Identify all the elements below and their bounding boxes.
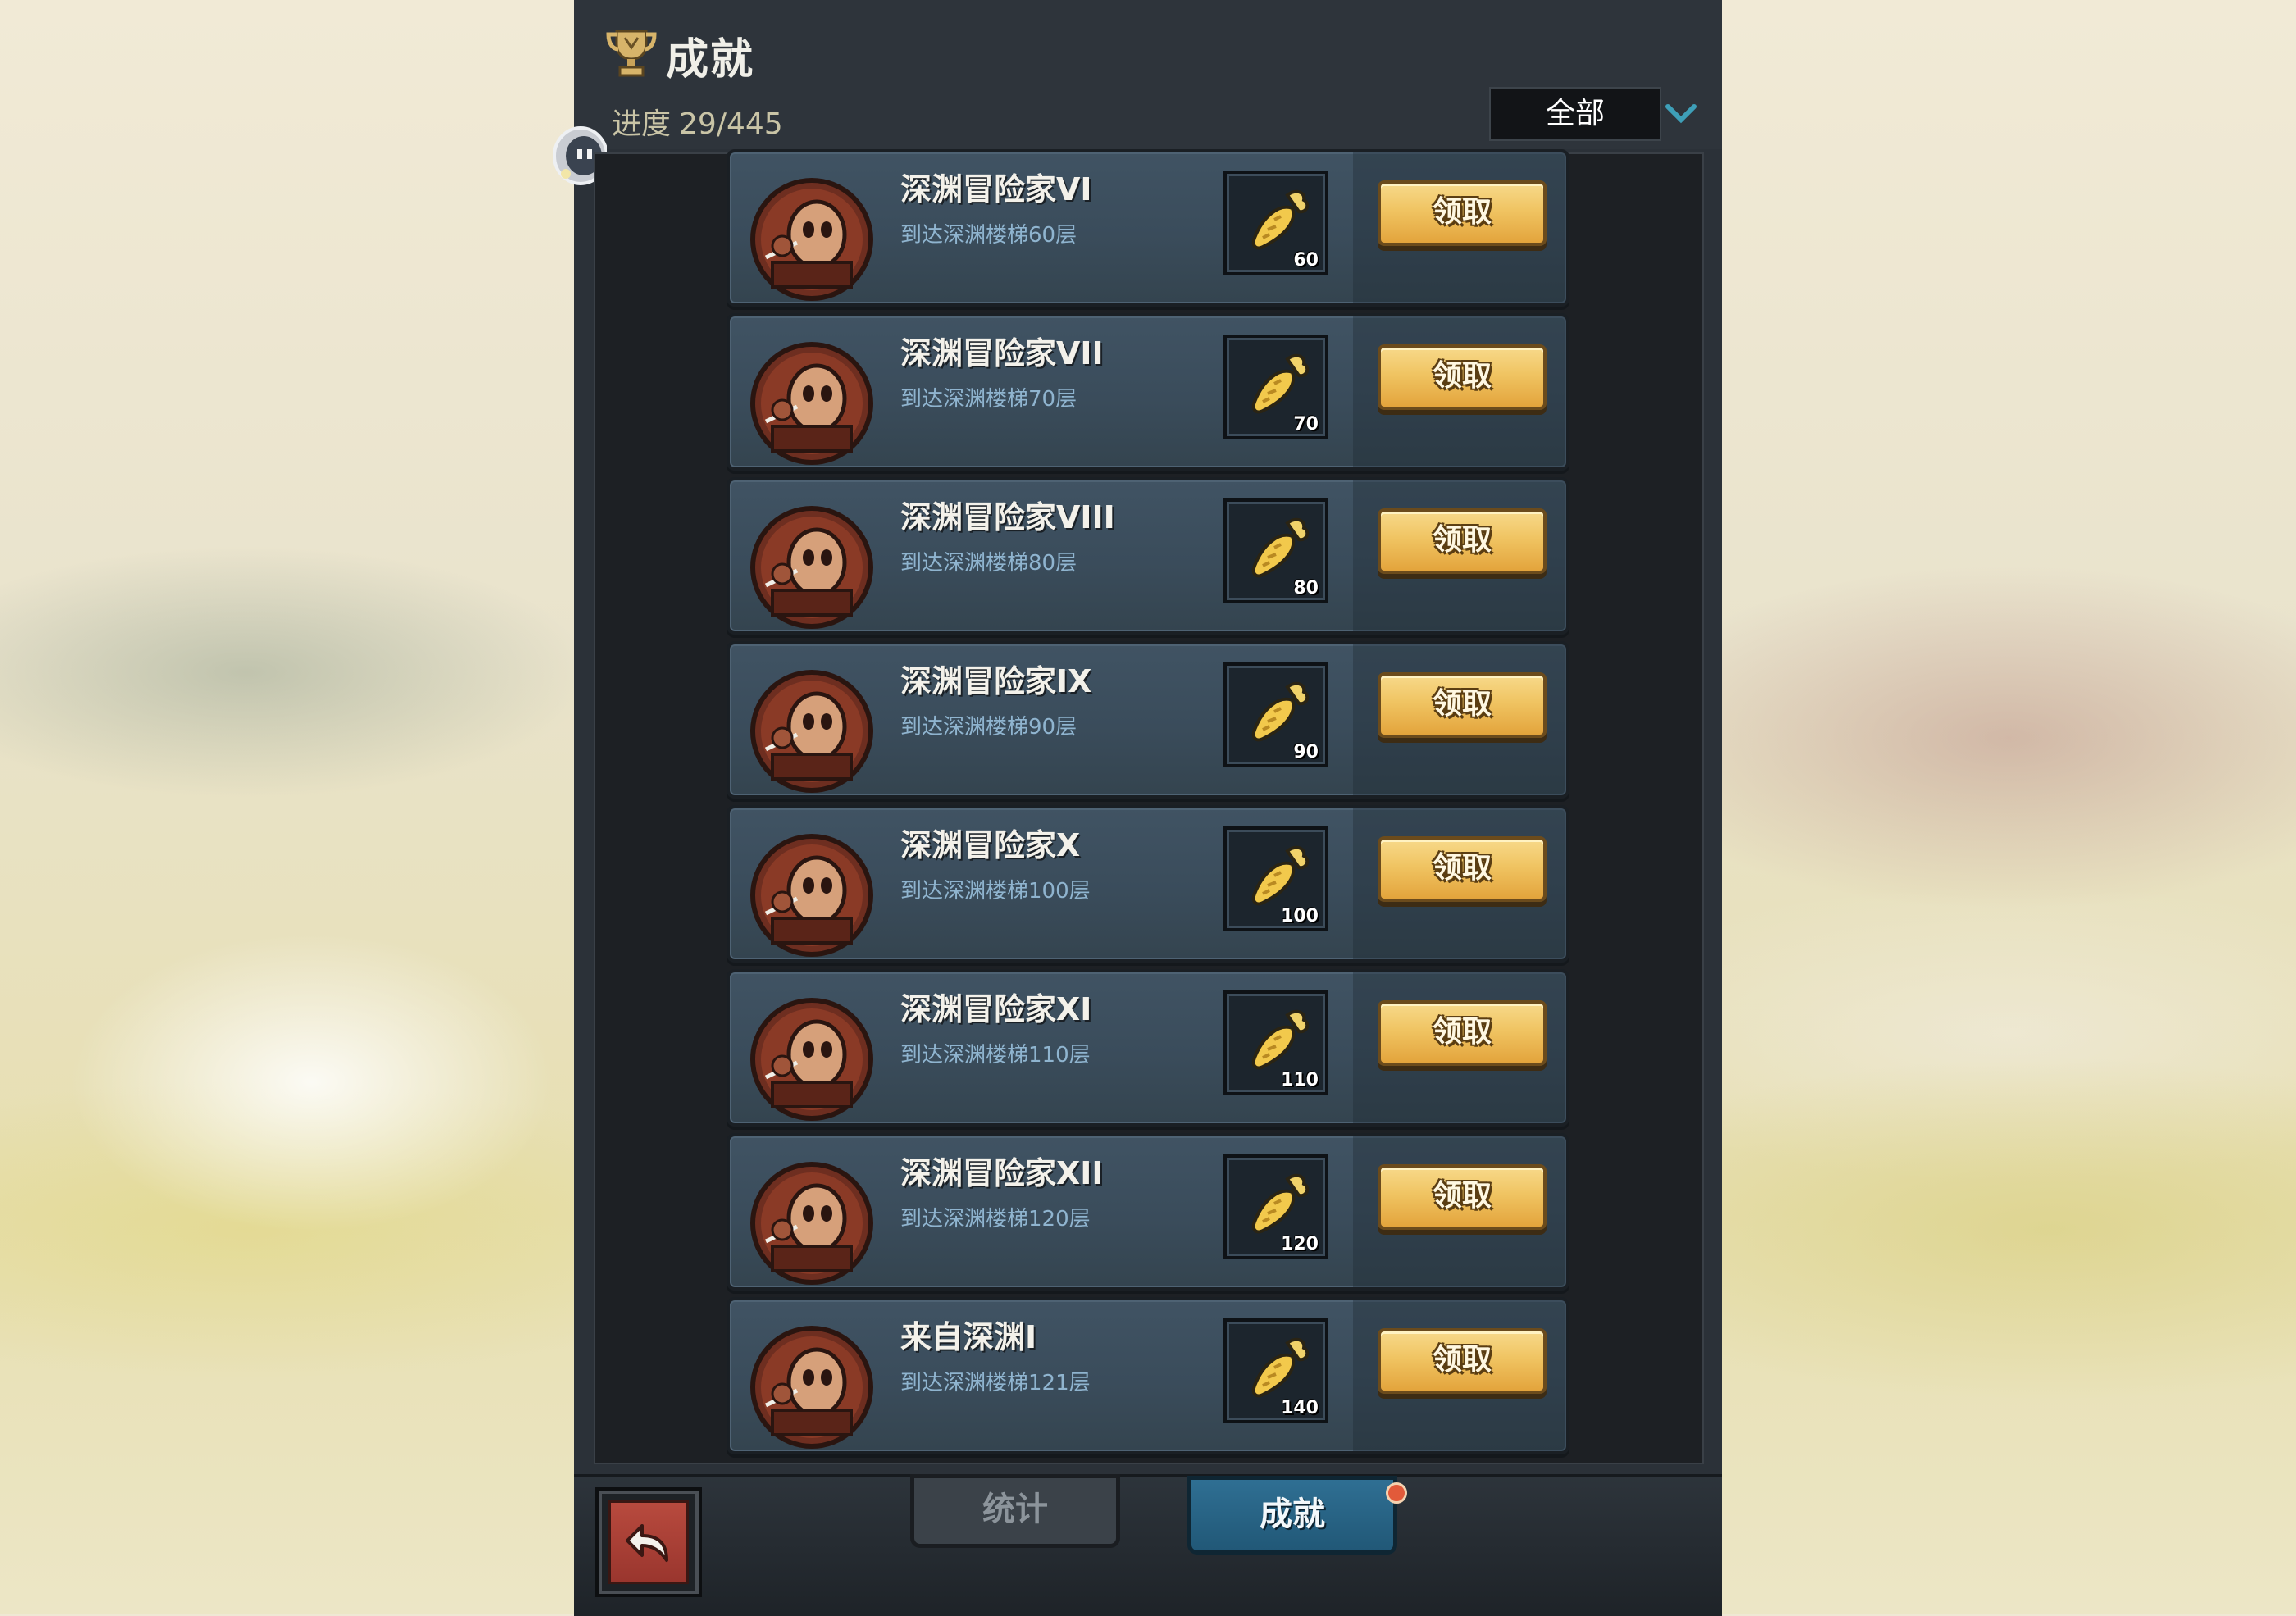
tab-achievements[interactable]: 成就	[1187, 1476, 1397, 1555]
achievement-row: 深渊冒险家VI 到达深渊楼梯60层 60 领取	[727, 149, 1569, 307]
reward-amount: 110	[1281, 1070, 1319, 1090]
reward-slot: 120	[1223, 1154, 1328, 1259]
reward-slot: 140	[1223, 1318, 1328, 1423]
achievement-name: 深渊冒险家VI	[900, 171, 1092, 207]
progress-label: 进度	[612, 107, 672, 141]
achievement-description: 到达深渊楼梯121层	[900, 1371, 1091, 1395]
masked-warrior-icon	[750, 342, 873, 465]
achievement-description: 到达深渊楼梯120层	[900, 1207, 1091, 1231]
golden-carrot-icon	[1251, 189, 1310, 250]
masked-warrior-icon	[750, 1326, 873, 1449]
achievement-row: 深渊冒险家XII 到达深渊楼梯120层 120 领取	[727, 1133, 1569, 1291]
golden-carrot-icon	[1251, 517, 1310, 578]
reward-slot: 80	[1223, 498, 1328, 603]
page-title: 成就	[666, 35, 755, 84]
achievement-row: 来自深渊I 到达深渊楼梯121层 140 领取	[727, 1297, 1569, 1454]
reward-amount: 70	[1293, 414, 1319, 435]
reward-amount: 60	[1293, 250, 1319, 271]
achievement-name: 深渊冒险家X	[900, 827, 1081, 863]
bottom-nav-bar	[574, 1474, 1722, 1616]
golden-carrot-icon	[1251, 1173, 1310, 1234]
trophy-icon	[606, 30, 657, 77]
claim-button[interactable]: 领取	[1378, 1328, 1547, 1394]
achievement-name: 深渊冒险家VII	[900, 335, 1104, 371]
achievement-description: 到达深渊楼梯80层	[900, 551, 1077, 576]
notification-badge	[1386, 1482, 1407, 1504]
achievement-name: 深渊冒险家IX	[900, 663, 1092, 699]
achievement-name: 深渊冒险家XII	[900, 1155, 1104, 1191]
tab-stats[interactable]: 统计	[910, 1474, 1120, 1548]
claim-button[interactable]: 领取	[1378, 508, 1547, 574]
back-arrow-icon	[626, 1524, 668, 1562]
reward-slot: 100	[1223, 826, 1328, 931]
claim-button[interactable]: 领取	[1378, 180, 1547, 246]
achievement-row: 深渊冒险家VIII 到达深渊楼梯80层 80 领取	[727, 477, 1569, 635]
achievement-row: 深渊冒险家VII 到达深渊楼梯70层 70 领取	[727, 313, 1569, 471]
reward-slot: 90	[1223, 662, 1328, 767]
reward-amount: 140	[1281, 1398, 1319, 1418]
reward-amount: 120	[1281, 1234, 1319, 1254]
golden-carrot-icon	[1251, 681, 1310, 742]
masked-warrior-icon	[750, 1162, 873, 1285]
masked-warrior-icon	[750, 998, 873, 1121]
golden-carrot-icon	[1251, 353, 1310, 414]
reward-amount: 80	[1293, 578, 1319, 599]
achievement-name: 深渊冒险家VIII	[900, 499, 1115, 535]
achievement-name: 来自深渊I	[900, 1319, 1037, 1355]
claim-button[interactable]: 领取	[1378, 836, 1547, 902]
achievement-description: 到达深渊楼梯60层	[900, 223, 1077, 248]
reward-amount: 100	[1281, 906, 1319, 926]
golden-carrot-icon	[1251, 1337, 1310, 1398]
masked-warrior-icon	[750, 178, 873, 301]
achievement-description: 到达深渊楼梯110层	[900, 1043, 1091, 1067]
golden-carrot-icon	[1251, 1009, 1310, 1070]
masked-warrior-icon	[750, 834, 873, 957]
chevron-down-icon[interactable]	[1665, 103, 1697, 125]
back-button[interactable]	[595, 1487, 702, 1597]
achievement-description: 到达深渊楼梯70层	[900, 387, 1077, 412]
reward-slot: 60	[1223, 171, 1328, 275]
claim-button[interactable]: 领取	[1378, 1000, 1547, 1066]
claim-button[interactable]: 领取	[1378, 344, 1547, 410]
filter-dropdown[interactable]: 全部	[1489, 87, 1661, 141]
masked-warrior-icon	[750, 670, 873, 793]
achievement-name: 深渊冒险家XI	[900, 991, 1092, 1027]
achievement-row: 深渊冒险家X 到达深渊楼梯100层 100 领取	[727, 805, 1569, 963]
back-button-face	[608, 1500, 689, 1584]
golden-carrot-icon	[1251, 845, 1310, 906]
achievement-description: 到达深渊楼梯100层	[900, 879, 1091, 904]
achievement-row: 深渊冒险家IX 到达深渊楼梯90层 90 领取	[727, 641, 1569, 799]
reward-slot: 110	[1223, 990, 1328, 1095]
reward-amount: 90	[1293, 742, 1319, 762]
achievement-description: 到达深渊楼梯90层	[900, 715, 1077, 740]
claim-button[interactable]: 领取	[1378, 1164, 1547, 1230]
progress-counter: 进度 29/445	[612, 100, 783, 143]
achievement-row: 深渊冒险家XI 到达深渊楼梯110层 110 领取	[727, 969, 1569, 1127]
masked-warrior-icon	[750, 506, 873, 629]
claim-button[interactable]: 领取	[1378, 672, 1547, 738]
reward-slot: 70	[1223, 335, 1328, 439]
progress-value: 29/445	[679, 107, 783, 141]
